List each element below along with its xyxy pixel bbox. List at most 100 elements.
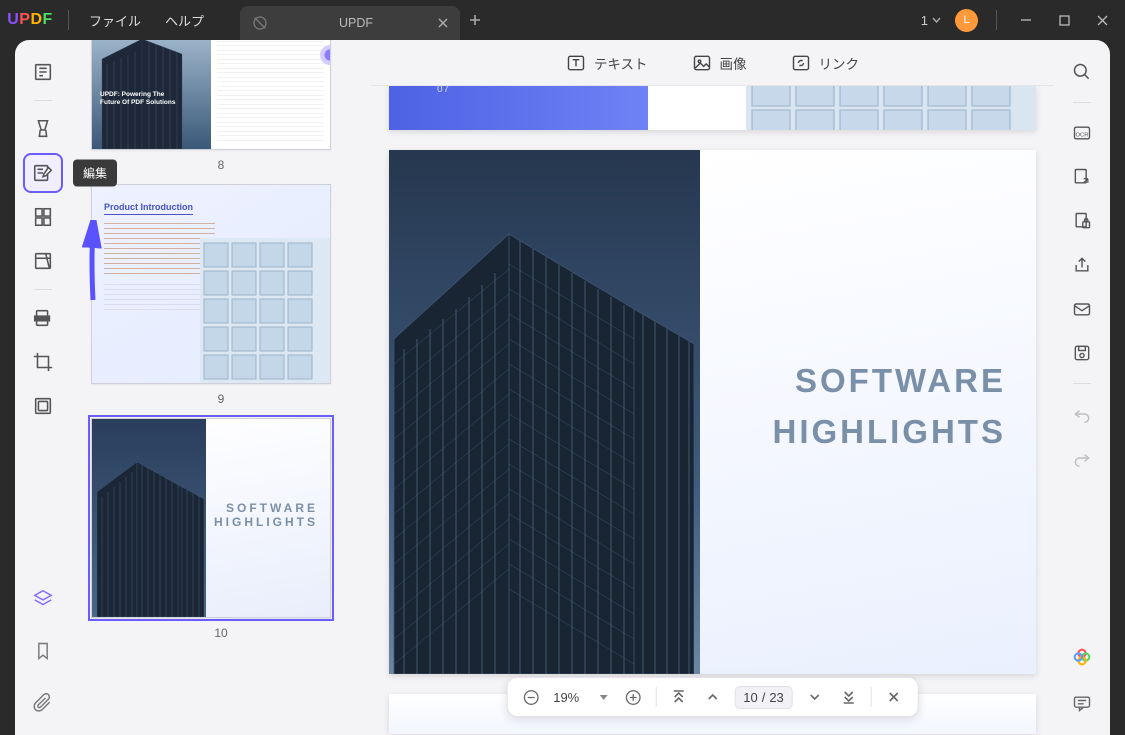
share-icon — [1072, 255, 1092, 275]
main-area: テキスト 画像 リンク 07 — [371, 40, 1054, 735]
building-illustration — [389, 174, 694, 674]
window-switcher[interactable]: 1 — [917, 13, 945, 28]
tool-layers[interactable] — [23, 579, 63, 619]
zoom-in-button[interactable] — [621, 685, 645, 709]
tool-bookmark[interactable] — [23, 631, 63, 671]
tool-compress[interactable] — [23, 386, 63, 426]
zoom-dropdown[interactable] — [599, 695, 607, 700]
tool-crop[interactable] — [23, 342, 63, 382]
facade-illustration — [200, 238, 330, 383]
thumb-page-10[interactable]: SOFTWARE HIGHLIGHTS 10 — [91, 418, 351, 640]
minimize-icon — [1020, 14, 1032, 26]
thumb9-title: Product Introduction — [104, 202, 193, 215]
zoom-value: 19% — [553, 690, 589, 705]
comments-panel-button[interactable] — [1064, 685, 1100, 721]
menu-help[interactable]: ヘルプ — [153, 11, 216, 30]
image-icon — [692, 53, 712, 73]
window-maximize-button[interactable] — [1047, 5, 1081, 35]
user-avatar[interactable]: L — [955, 9, 978, 32]
pages-icon — [32, 206, 54, 228]
thumbnails-panel[interactable]: Growth Prospect UPDF: Powering The Futur… — [71, 40, 371, 735]
redo-button[interactable] — [1064, 440, 1100, 476]
layers-icon — [32, 588, 54, 610]
lock-doc-icon — [1072, 211, 1092, 231]
tab-close-button[interactable] — [434, 14, 452, 32]
thumb-page-9[interactable]: Product Introduction 9 — [91, 184, 351, 406]
edit-image-button[interactable]: 画像 — [692, 53, 747, 73]
prev-page-button[interactable] — [700, 685, 724, 709]
protect-button[interactable] — [1064, 203, 1100, 239]
redo-icon — [1072, 448, 1092, 468]
document-canvas[interactable]: 07 — [371, 86, 1054, 735]
zoom-in-icon — [625, 689, 642, 706]
window-minimize-button[interactable] — [1009, 5, 1043, 35]
next-page-button[interactable] — [803, 685, 827, 709]
window-close-button[interactable] — [1085, 5, 1119, 35]
comment-icon — [1072, 693, 1092, 713]
right-toolbar: OCR — [1054, 40, 1110, 735]
tool-comment[interactable] — [23, 109, 63, 149]
tool-organize[interactable] — [23, 197, 63, 237]
left-toolbar: 編集 — [15, 40, 71, 735]
thumb-number: 9 — [91, 392, 351, 406]
tool-reader[interactable] — [23, 52, 63, 92]
title-bar: UPDF ファイル ヘルプ UPDF 1 L — [0, 0, 1125, 40]
edit-toolbar: テキスト 画像 リンク — [371, 40, 1054, 86]
svg-text:OCR: OCR — [1076, 132, 1089, 138]
maximize-icon — [1059, 15, 1070, 26]
edit-link-button[interactable]: リンク — [791, 53, 860, 73]
bookmark-icon — [33, 641, 53, 661]
ocr-icon: OCR — [1072, 123, 1092, 143]
undo-icon — [1072, 404, 1092, 424]
close-icon — [1097, 15, 1108, 26]
window-count: 1 — [921, 13, 928, 28]
page-10[interactable]: SOFTWARE HIGHLIGHTS — [389, 150, 1036, 674]
reader-icon — [32, 61, 54, 83]
paperclip-icon — [33, 693, 53, 713]
crop-icon — [32, 351, 54, 373]
current-page: 10 — [743, 690, 757, 705]
menu-file[interactable]: ファイル — [77, 11, 153, 30]
link-icon — [791, 53, 811, 73]
total-pages: 23 — [769, 690, 783, 705]
zoom-out-icon — [523, 689, 540, 706]
convert-button[interactable] — [1064, 159, 1100, 195]
chevron-down-icon — [932, 17, 941, 23]
share-button[interactable] — [1064, 247, 1100, 283]
facade-strip — [746, 86, 1036, 130]
text-icon — [566, 53, 586, 73]
save-icon — [1072, 343, 1092, 363]
tool-edit[interactable]: 編集 — [23, 153, 63, 193]
undo-button[interactable] — [1064, 396, 1100, 432]
plus-icon — [469, 14, 481, 26]
double-chevron-up-icon — [671, 690, 685, 704]
edit-icon — [32, 162, 54, 184]
ai-button[interactable] — [1064, 639, 1100, 675]
search-button[interactable] — [1064, 54, 1100, 90]
edit-tooltip: 編集 — [73, 160, 117, 187]
page-indicator[interactable]: 10 / 23 — [734, 686, 793, 709]
status-bar: 19% 10 / 23 — [506, 677, 919, 717]
edit-text-button[interactable]: テキスト — [566, 53, 648, 73]
tool-attachment[interactable] — [23, 683, 63, 723]
save-button[interactable] — [1064, 335, 1100, 371]
tool-form[interactable] — [23, 241, 63, 281]
search-icon — [1072, 62, 1092, 82]
document-tab[interactable]: UPDF — [240, 6, 460, 40]
building-illustration — [92, 437, 207, 617]
compress-icon — [32, 395, 54, 417]
tool-redact[interactable] — [23, 298, 63, 338]
first-page-button[interactable] — [666, 685, 690, 709]
last-page-button[interactable] — [837, 685, 861, 709]
page-9-partial[interactable]: 07 — [389, 86, 1036, 130]
new-tab-button[interactable] — [460, 14, 490, 26]
chevron-up-icon — [705, 690, 719, 704]
ocr-button[interactable]: OCR — [1064, 115, 1100, 151]
app-logo: UPDF — [0, 11, 60, 29]
highlight-icon — [32, 118, 54, 140]
tab-doc-icon — [252, 15, 268, 31]
statusbar-close-button[interactable] — [882, 685, 906, 709]
zoom-out-button[interactable] — [519, 685, 543, 709]
email-button[interactable] — [1064, 291, 1100, 327]
thumb-page-8[interactable]: Growth Prospect UPDF: Powering The Futur… — [91, 40, 351, 172]
